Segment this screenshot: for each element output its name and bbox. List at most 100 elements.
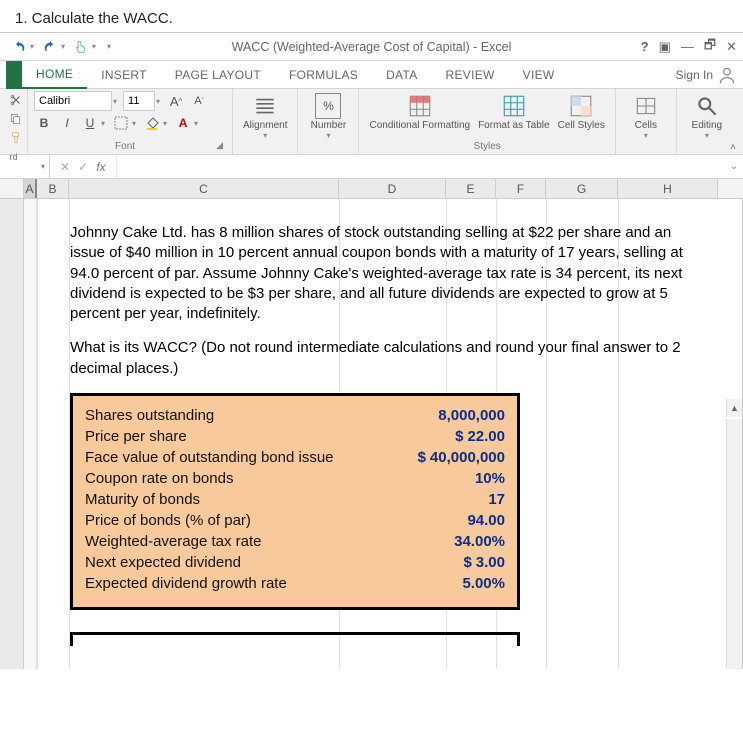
format-as-table-button[interactable]: Format as Table: [474, 91, 554, 133]
redo-icon: [43, 40, 57, 54]
italic-button[interactable]: I: [57, 114, 77, 132]
scroll-up-button[interactable]: ▲: [726, 399, 742, 417]
select-all-corner[interactable]: [0, 179, 24, 198]
font-size-dropdown[interactable]: ▾: [156, 97, 160, 106]
col-header-D[interactable]: D: [339, 179, 446, 198]
editing-button[interactable]: Editing ▾: [683, 91, 731, 142]
font-color-button[interactable]: A: [173, 114, 193, 132]
cancel-formula-button[interactable]: ✕: [56, 160, 74, 174]
worksheet-area[interactable]: Johnny Cake Ltd. has 8 million shares of…: [0, 199, 743, 669]
col-header-C[interactable]: C: [69, 179, 339, 198]
tab-data[interactable]: DATA: [372, 61, 431, 89]
undo-dropdown[interactable]: ▾: [30, 42, 34, 51]
data-label: Face value of outstanding bond issue: [85, 448, 334, 468]
tab-formulas[interactable]: FORMULAS: [275, 61, 372, 89]
close-button[interactable]: ✕: [726, 39, 737, 55]
table-row: Weighted-average tax rate 34.00%: [85, 532, 505, 553]
number-format-button[interactable]: % Number ▾: [304, 91, 352, 142]
vertical-scrollbar[interactable]: [726, 419, 742, 669]
fill-dropdown[interactable]: ▾: [163, 119, 167, 128]
col-header-H[interactable]: H: [618, 179, 718, 198]
underline-dropdown[interactable]: ▾: [101, 119, 105, 128]
alignment-button[interactable]: Alignment ▾: [239, 91, 291, 142]
row-header-gutter[interactable]: [0, 199, 24, 669]
col-header-E[interactable]: E: [446, 179, 496, 198]
conditional-formatting-button[interactable]: Conditional Formatting: [365, 91, 474, 133]
copy-icon: [9, 112, 23, 126]
fill-color-button[interactable]: [142, 114, 162, 132]
tab-insert[interactable]: INSERT: [87, 61, 161, 89]
underline-button[interactable]: U: [80, 114, 100, 132]
cell-styles-button[interactable]: Cell Styles: [554, 91, 609, 133]
currency-symbol: $: [455, 427, 463, 447]
table-row: Price per share $22.00: [85, 427, 505, 448]
font-name-select[interactable]: [34, 91, 112, 111]
minimize-button[interactable]: —: [681, 39, 694, 54]
redo-button[interactable]: [39, 36, 61, 58]
partial-box: [70, 632, 520, 646]
ribbon-tab-strip: HOME INSERT PAGE LAYOUT FORMULAS DATA RE…: [0, 61, 743, 89]
border-icon: [114, 116, 128, 130]
copy-button[interactable]: [9, 112, 18, 129]
tab-review[interactable]: REVIEW: [432, 61, 509, 89]
cond-format-icon: [407, 93, 433, 119]
undo-icon: [12, 40, 26, 54]
data-value: 40,000,000: [430, 448, 505, 468]
border-button[interactable]: [111, 114, 131, 132]
table-row: Next expected dividend $3.00: [85, 553, 505, 574]
formula-bar: ▾ ✕ ✓ fx ⌄: [0, 155, 743, 179]
currency-symbol: $: [418, 448, 426, 468]
font-dialog-launcher[interactable]: ◢: [216, 140, 226, 151]
data-value: 8,000,000: [438, 406, 505, 426]
maximize-button[interactable]: 🗗: [704, 36, 716, 58]
ribbon-display-button[interactable]: ▣: [659, 39, 671, 55]
touch-icon: [74, 40, 88, 54]
table-row: Coupon rate on bonds 10%: [85, 469, 505, 490]
tab-view[interactable]: VIEW: [509, 61, 569, 89]
data-label: Price of bonds (% of par): [85, 511, 251, 531]
touch-dropdown[interactable]: ▾: [92, 42, 96, 51]
redo-dropdown[interactable]: ▾: [61, 42, 65, 51]
collapse-ribbon-button[interactable]: ˄: [727, 142, 739, 153]
table-row: Shares outstanding 8,000,000: [85, 406, 505, 427]
font-name-dropdown[interactable]: ▾: [113, 97, 117, 106]
border-dropdown[interactable]: ▾: [132, 119, 136, 128]
currency-symbol: $: [463, 553, 471, 573]
col-header-F[interactable]: F: [496, 179, 546, 198]
font-color-dropdown[interactable]: ▾: [194, 119, 198, 128]
help-button[interactable]: ?: [641, 39, 649, 54]
find-icon: [694, 93, 720, 119]
bucket-icon: [145, 116, 159, 130]
col-header-A[interactable]: A: [24, 179, 37, 198]
data-label: Expected dividend growth rate: [85, 574, 287, 594]
tab-page-layout[interactable]: PAGE LAYOUT: [161, 61, 275, 89]
ribbon: rd ▾ ▾ A^ Aˇ B I U ▾ ▾: [0, 89, 743, 155]
cell-styles-label: Cell Styles: [558, 120, 605, 131]
align-icon: [252, 93, 278, 119]
table-row: Maturity of bonds 17: [85, 490, 505, 511]
data-value: 34.00%: [454, 532, 505, 552]
insert-function-button[interactable]: fx: [92, 160, 110, 174]
undo-button[interactable]: [8, 36, 30, 58]
font-size-select[interactable]: [123, 91, 155, 111]
format-painter-button[interactable]: [9, 131, 18, 148]
data-label: Price per share: [85, 427, 187, 447]
enter-formula-button[interactable]: ✓: [74, 160, 92, 174]
touch-mode-button[interactable]: [70, 36, 92, 58]
bold-button[interactable]: B: [34, 114, 54, 132]
data-value: 10%: [475, 469, 505, 489]
cells-button[interactable]: Cells ▾: [622, 91, 670, 142]
table-icon: [501, 93, 527, 119]
tab-home[interactable]: HOME: [22, 61, 87, 89]
grow-font-button[interactable]: A^: [166, 92, 186, 110]
cell-content: Johnny Cake Ltd. has 8 million shares of…: [70, 223, 690, 646]
cut-button[interactable]: [9, 93, 18, 110]
col-header-G[interactable]: G: [546, 179, 618, 198]
shrink-font-button[interactable]: Aˇ: [189, 92, 209, 110]
expand-formula-bar[interactable]: ⌄: [725, 161, 743, 172]
col-header-B[interactable]: B: [37, 179, 69, 198]
qat-customize[interactable]: ▾: [107, 42, 111, 51]
file-tab-indicator[interactable]: [6, 61, 22, 89]
sign-in-link[interactable]: Sign In: [676, 65, 737, 85]
formula-input[interactable]: [117, 155, 725, 178]
